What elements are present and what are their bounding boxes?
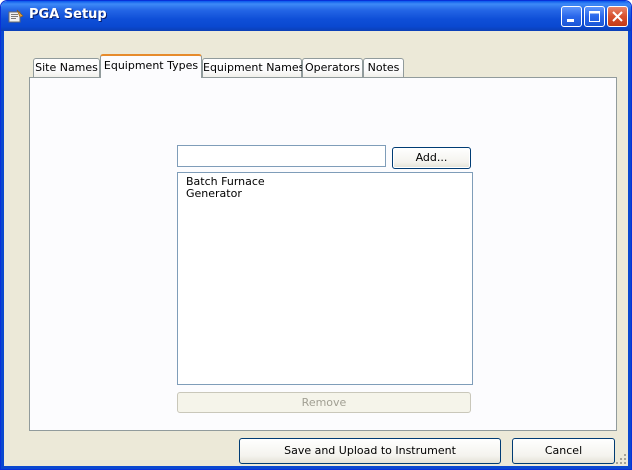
save-button-label: Save and Upload to Instrument <box>284 444 456 457</box>
add-button-label: Add... <box>415 151 448 164</box>
tab-label: Operators <box>305 61 360 74</box>
window-title: PGA Setup <box>29 7 107 22</box>
resize-grip-icon[interactable] <box>615 453 627 465</box>
window-frame-bottom <box>1 466 631 469</box>
pga-setup-window: PGA Setup Site Names Equipment Types Equ… <box>0 0 632 470</box>
minimize-icon <box>567 19 574 22</box>
tab-operators[interactable]: Operators <box>302 58 363 77</box>
minimize-button[interactable] <box>561 6 582 27</box>
tab-label: Site Names <box>35 61 98 74</box>
cancel-button-label: Cancel <box>544 444 583 457</box>
close-button[interactable] <box>607 6 628 27</box>
tab-label: Notes <box>367 61 400 74</box>
window-frame-left <box>1 31 4 469</box>
save-and-upload-button[interactable]: Save and Upload to Instrument <box>239 438 501 464</box>
close-icon <box>612 11 623 22</box>
add-button[interactable]: Add... <box>392 147 471 169</box>
equipment-type-input[interactable] <box>177 145 386 167</box>
maximize-button[interactable] <box>584 6 605 27</box>
list-item[interactable]: Generator <box>186 188 464 200</box>
equipment-types-list[interactable]: Batch Furnace Generator <box>177 172 473 385</box>
remove-button[interactable]: Remove <box>177 392 471 413</box>
app-icon <box>8 8 24 24</box>
maximize-icon <box>589 11 600 22</box>
tab-notes[interactable]: Notes <box>363 58 404 77</box>
title-bar[interactable]: PGA Setup <box>1 1 631 31</box>
tab-label: Equipment Names <box>203 61 305 74</box>
remove-button-label: Remove <box>301 396 347 409</box>
cancel-button[interactable]: Cancel <box>512 438 615 464</box>
window-frame-right <box>628 31 631 469</box>
tab-equipment-names[interactable]: Equipment Names <box>202 58 305 77</box>
tab-site-names[interactable]: Site Names <box>33 58 100 77</box>
tab-equipment-types[interactable]: Equipment Types <box>100 54 202 78</box>
tab-label: Equipment Types <box>103 59 199 72</box>
